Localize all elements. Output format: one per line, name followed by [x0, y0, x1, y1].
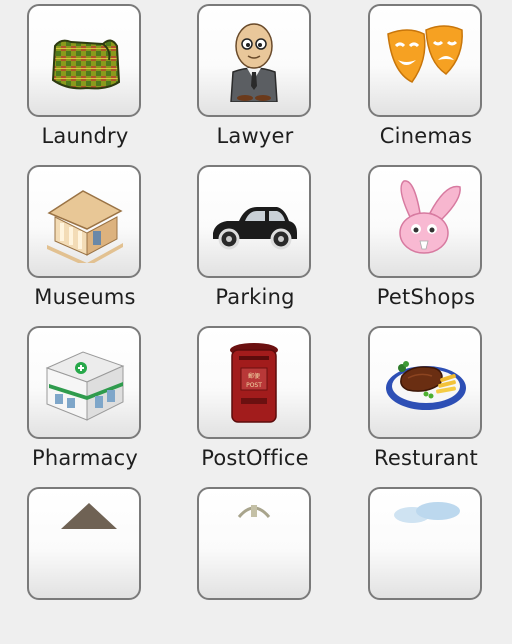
category-partial-3[interactable]: [341, 483, 511, 644]
category-museums[interactable]: Museums: [0, 161, 170, 322]
mailbox-icon: 郵便 POST: [230, 343, 278, 423]
category-parking[interactable]: Parking: [170, 161, 340, 322]
category-cinemas[interactable]: Cinemas: [341, 0, 511, 161]
category-label: Cinemas: [379, 124, 473, 148]
category-label: Lawyer: [216, 124, 294, 148]
category-label: Parking: [215, 285, 295, 309]
category-pharmacy-button[interactable]: [27, 326, 141, 439]
steak-plate-icon: [386, 361, 466, 410]
museum-building-icon: [47, 190, 123, 263]
category-partial-2-button[interactable]: [197, 487, 311, 600]
category-lawyer-button[interactable]: [197, 4, 311, 117]
category-museums-button[interactable]: [27, 165, 141, 278]
category-partial-1-button[interactable]: [27, 487, 141, 600]
category-laundry-button[interactable]: [27, 4, 141, 117]
category-petshops[interactable]: PetShops: [341, 161, 511, 322]
category-partial-3-button[interactable]: [368, 487, 482, 600]
category-label: Laundry: [41, 124, 129, 148]
laundry-bag-icon: [51, 39, 121, 90]
category-resturant[interactable]: Resturant: [341, 322, 511, 483]
category-label: PetShops: [376, 285, 476, 309]
category-label: PostOffice: [201, 446, 309, 470]
category-label: Resturant: [374, 446, 478, 470]
category-partial-2[interactable]: [170, 483, 340, 644]
category-postoffice[interactable]: 郵便 POST PostOffice: [170, 322, 340, 483]
category-partial-1[interactable]: [0, 483, 170, 644]
category-parking-button[interactable]: [197, 165, 311, 278]
category-petshops-button[interactable]: [368, 165, 482, 278]
bunny-icon: [399, 180, 461, 254]
car-icon: [213, 207, 297, 250]
pharmacy-store-icon: [45, 351, 125, 421]
category-resturant-button[interactable]: [368, 326, 482, 439]
category-laundry[interactable]: Laundry: [0, 0, 170, 161]
lawyer-icon: [230, 23, 278, 102]
svg-text:POST: POST: [246, 382, 262, 389]
category-cinemas-button[interactable]: [368, 4, 482, 117]
svg-text:郵便: 郵便: [248, 372, 260, 380]
category-label: Pharmacy: [31, 446, 138, 470]
category-postoffice-button[interactable]: 郵便 POST: [197, 326, 311, 439]
theater-masks-icon: [387, 25, 463, 83]
category-lawyer[interactable]: Lawyer: [170, 0, 340, 161]
category-label: Museums: [34, 285, 136, 309]
category-grid: Laundry Lawyer Cinemas Museums Parking P…: [0, 0, 512, 600]
category-pharmacy[interactable]: Pharmacy: [0, 322, 170, 483]
